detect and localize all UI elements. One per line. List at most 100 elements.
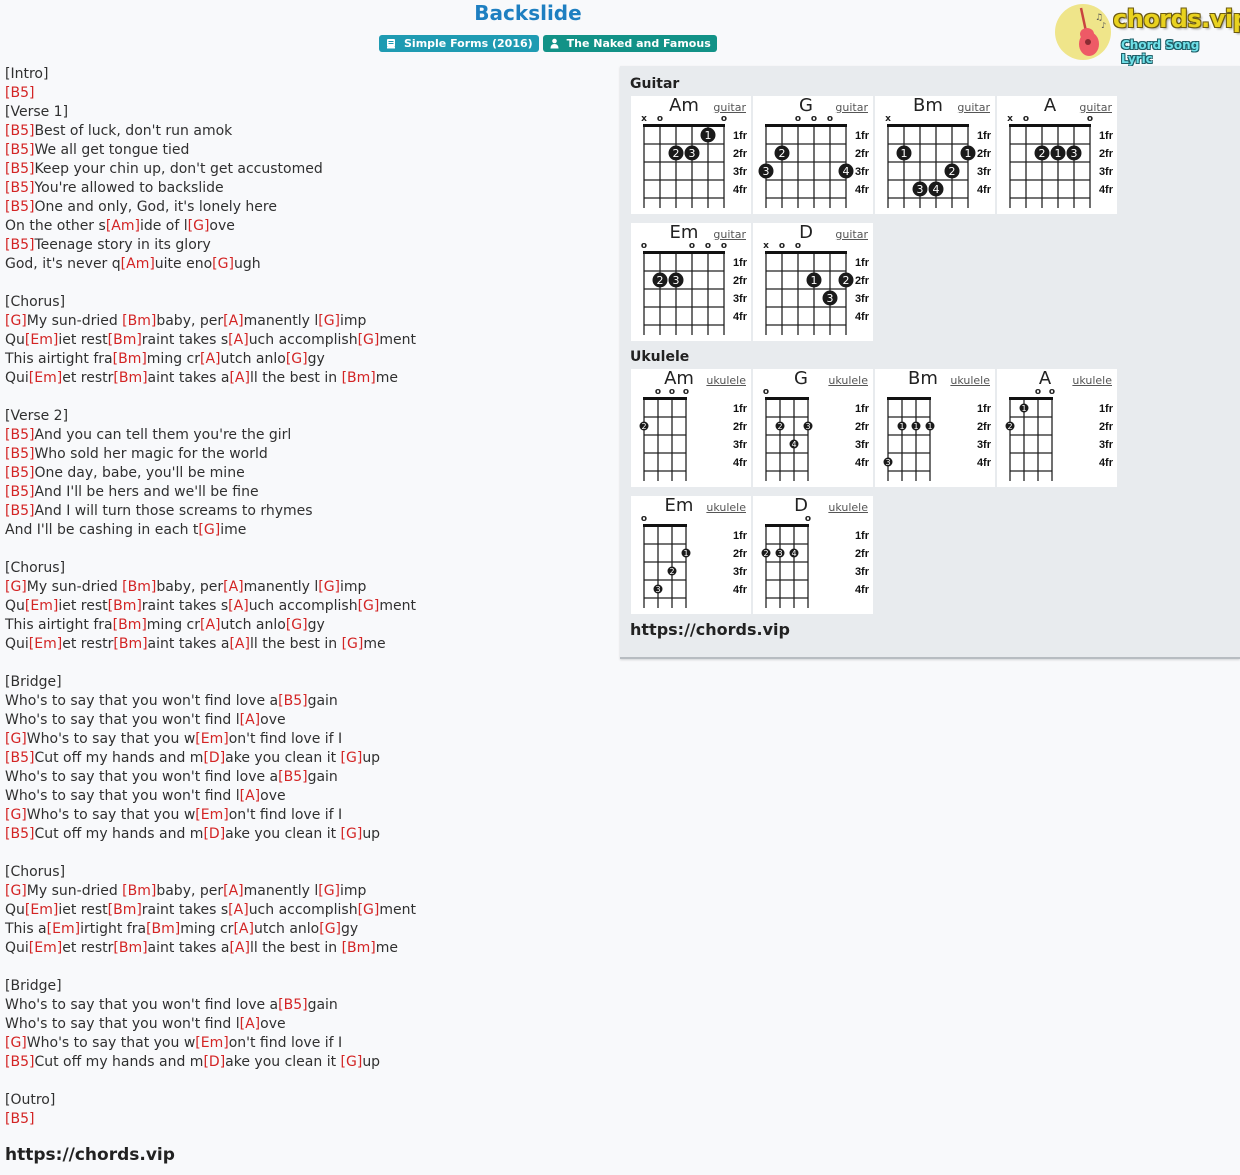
chord-link[interactable]: [G]: [319, 921, 341, 937]
chord-link[interactable]: [G]: [341, 1054, 363, 1070]
chord-link[interactable]: [B5]: [5, 446, 34, 462]
guitar-chord-card-a[interactable]: x o o 1fr 2fr 3fr 4fr 2 1 3 Aguitar: [997, 95, 1117, 214]
lyrics-footer-url[interactable]: https://chords.vip: [5, 1145, 175, 1165]
chord-link[interactable]: [B5]: [5, 1054, 34, 1070]
chord-link[interactable]: [G]: [5, 1035, 27, 1051]
instrument-link[interactable]: ukulele: [950, 374, 990, 387]
ukulele-chord-card-em[interactable]: o 1fr 2fr 3fr 4fr 1 2 3 Em ukulele: [631, 495, 751, 614]
chord-link[interactable]: [A]: [240, 712, 261, 728]
chord-link[interactable]: [B5]: [5, 142, 34, 158]
instrument-link[interactable]: ukulele: [1072, 374, 1112, 387]
chord-link[interactable]: [G]: [342, 636, 364, 652]
chord-link[interactable]: [Em]: [29, 370, 62, 386]
chord-link[interactable]: [Bm]: [113, 940, 147, 956]
chord-link[interactable]: [G]: [5, 883, 27, 899]
chord-link[interactable]: [A]: [229, 636, 250, 652]
chord-link[interactable]: [Am]: [106, 218, 140, 234]
chord-link[interactable]: [A]: [228, 332, 249, 348]
chord-link[interactable]: [G]: [341, 826, 363, 842]
chord-link[interactable]: [A]: [223, 579, 244, 595]
album-badge[interactable]: Simple Forms (2016): [379, 35, 539, 52]
chord-link[interactable]: [Em]: [195, 807, 228, 823]
chord-link[interactable]: [A]: [228, 902, 249, 918]
guitar-chord-card-bm[interactable]: x 1fr 2fr 3fr 4fr 1 1 2 3 4 Bm guitar: [875, 95, 995, 214]
chord-link[interactable]: [Em]: [25, 332, 58, 348]
chord-link[interactable]: [A]: [229, 940, 250, 956]
chord-link[interactable]: [B5]: [5, 750, 34, 766]
site-logo[interactable]: ♫ ♪ chords.vip Chord Song Lyric: [1053, 2, 1240, 66]
chord-link[interactable]: [G]: [5, 313, 27, 329]
chord-link[interactable]: [A]: [223, 883, 244, 899]
chord-link[interactable]: [Bm]: [122, 313, 156, 329]
guitar-chord-card-em[interactable]: o o o o 1fr 2fr 3fr 4fr 2 3 Em guitar: [631, 222, 751, 341]
chord-link[interactable]: [B5]: [5, 180, 34, 196]
ukulele-chord-card-am[interactable]: o o o 1fr 2fr 3fr 4fr 2 Am ukulele: [631, 368, 751, 487]
chord-link[interactable]: [Em]: [25, 902, 58, 918]
chord-link[interactable]: [Am]: [121, 256, 155, 272]
instrument-link[interactable]: guitar: [713, 101, 746, 114]
instrument-link[interactable]: ukulele: [706, 501, 746, 514]
chord-link[interactable]: [Em]: [47, 921, 80, 937]
chord-link[interactable]: [A]: [228, 598, 249, 614]
instrument-link[interactable]: guitar: [1079, 101, 1112, 114]
instrument-link[interactable]: ukulele: [828, 374, 868, 387]
chord-link[interactable]: [B5]: [5, 161, 34, 177]
chord-link[interactable]: [Bm]: [113, 370, 147, 386]
instrument-link[interactable]: guitar: [713, 228, 746, 241]
chord-link[interactable]: [A]: [200, 617, 221, 633]
chord-link[interactable]: [A]: [240, 788, 261, 804]
chord-link[interactable]: [A]: [223, 313, 244, 329]
chord-link[interactable]: [G]: [198, 522, 220, 538]
artist-badge[interactable]: The Naked and Famous: [542, 35, 717, 52]
chord-link[interactable]: [Bm]: [122, 883, 156, 899]
chord-link[interactable]: [B5]: [5, 465, 34, 481]
chord-link[interactable]: [G]: [318, 883, 340, 899]
chord-link[interactable]: [D]: [203, 1054, 225, 1070]
chord-link[interactable]: [B5]: [5, 826, 34, 842]
chord-link[interactable]: [G]: [358, 332, 380, 348]
ukulele-chord-card-bm[interactable]: 1fr 2fr 3fr 4fr 1 1 1 3 Bm ukulele: [875, 368, 995, 487]
chord-link[interactable]: [B5]: [278, 997, 307, 1013]
chord-link[interactable]: [G]: [5, 579, 27, 595]
chord-link[interactable]: [G]: [5, 731, 27, 747]
chord-link[interactable]: [B5]: [5, 237, 34, 253]
chord-link[interactable]: [G]: [188, 218, 210, 234]
chord-link[interactable]: [Em]: [195, 1035, 228, 1051]
chord-link[interactable]: [Bm]: [113, 636, 147, 652]
guitar-chord-card-d[interactable]: x o o 1fr 2fr 3fr 4fr 1 2 3 Dguitar: [753, 222, 873, 341]
chord-link[interactable]: [G]: [286, 617, 308, 633]
ukulele-chord-card-a[interactable]: o o 1fr 2fr 3fr 4fr 1 2 Aukulele: [997, 368, 1117, 487]
chord-link[interactable]: [Bm]: [342, 940, 376, 956]
chord-link[interactable]: [Em]: [195, 731, 228, 747]
chord-link[interactable]: [Em]: [29, 940, 62, 956]
instrument-link[interactable]: ukulele: [828, 501, 868, 514]
instrument-link[interactable]: guitar: [957, 101, 990, 114]
chord-link[interactable]: [Bm]: [122, 579, 156, 595]
guitar-chord-card-g[interactable]: o o o 1fr 2fr 3fr 4fr 2 3 4 Gguitar: [753, 95, 873, 214]
chord-link[interactable]: [B5]: [5, 199, 34, 215]
chord-link[interactable]: [A]: [240, 1016, 261, 1032]
chord-link[interactable]: [Bm]: [342, 370, 376, 386]
chord-link[interactable]: [Bm]: [108, 332, 142, 348]
instrument-link[interactable]: guitar: [835, 101, 868, 114]
chord-link[interactable]: [B5]: [5, 503, 34, 519]
chord-link[interactable]: [D]: [203, 750, 225, 766]
instrument-link[interactable]: guitar: [835, 228, 868, 241]
chord-link[interactable]: [Bm]: [108, 598, 142, 614]
chord-link[interactable]: [Em]: [25, 598, 58, 614]
chord-link[interactable]: [Bm]: [146, 921, 180, 937]
chord-link[interactable]: [G]: [318, 313, 340, 329]
instrument-link[interactable]: ukulele: [706, 374, 746, 387]
ukulele-chord-card-d[interactable]: o 1fr 2fr 3fr 4fr 2 3 4 Dukulele: [753, 495, 873, 614]
chord-link[interactable]: [B5]: [278, 769, 307, 785]
chord-link[interactable]: [Bm]: [113, 351, 147, 367]
chord-link[interactable]: [A]: [229, 370, 250, 386]
chord-link[interactable]: [Em]: [29, 636, 62, 652]
chord-link[interactable]: [B5]: [5, 123, 34, 139]
chord-link[interactable]: [A]: [233, 921, 254, 937]
chord-link[interactable]: [B5]: [5, 427, 34, 443]
chord-link[interactable]: [A]: [200, 351, 221, 367]
chord-link[interactable]: [G]: [5, 807, 27, 823]
chord-link[interactable]: [B5]: [5, 85, 34, 101]
chord-link[interactable]: [G]: [318, 579, 340, 595]
